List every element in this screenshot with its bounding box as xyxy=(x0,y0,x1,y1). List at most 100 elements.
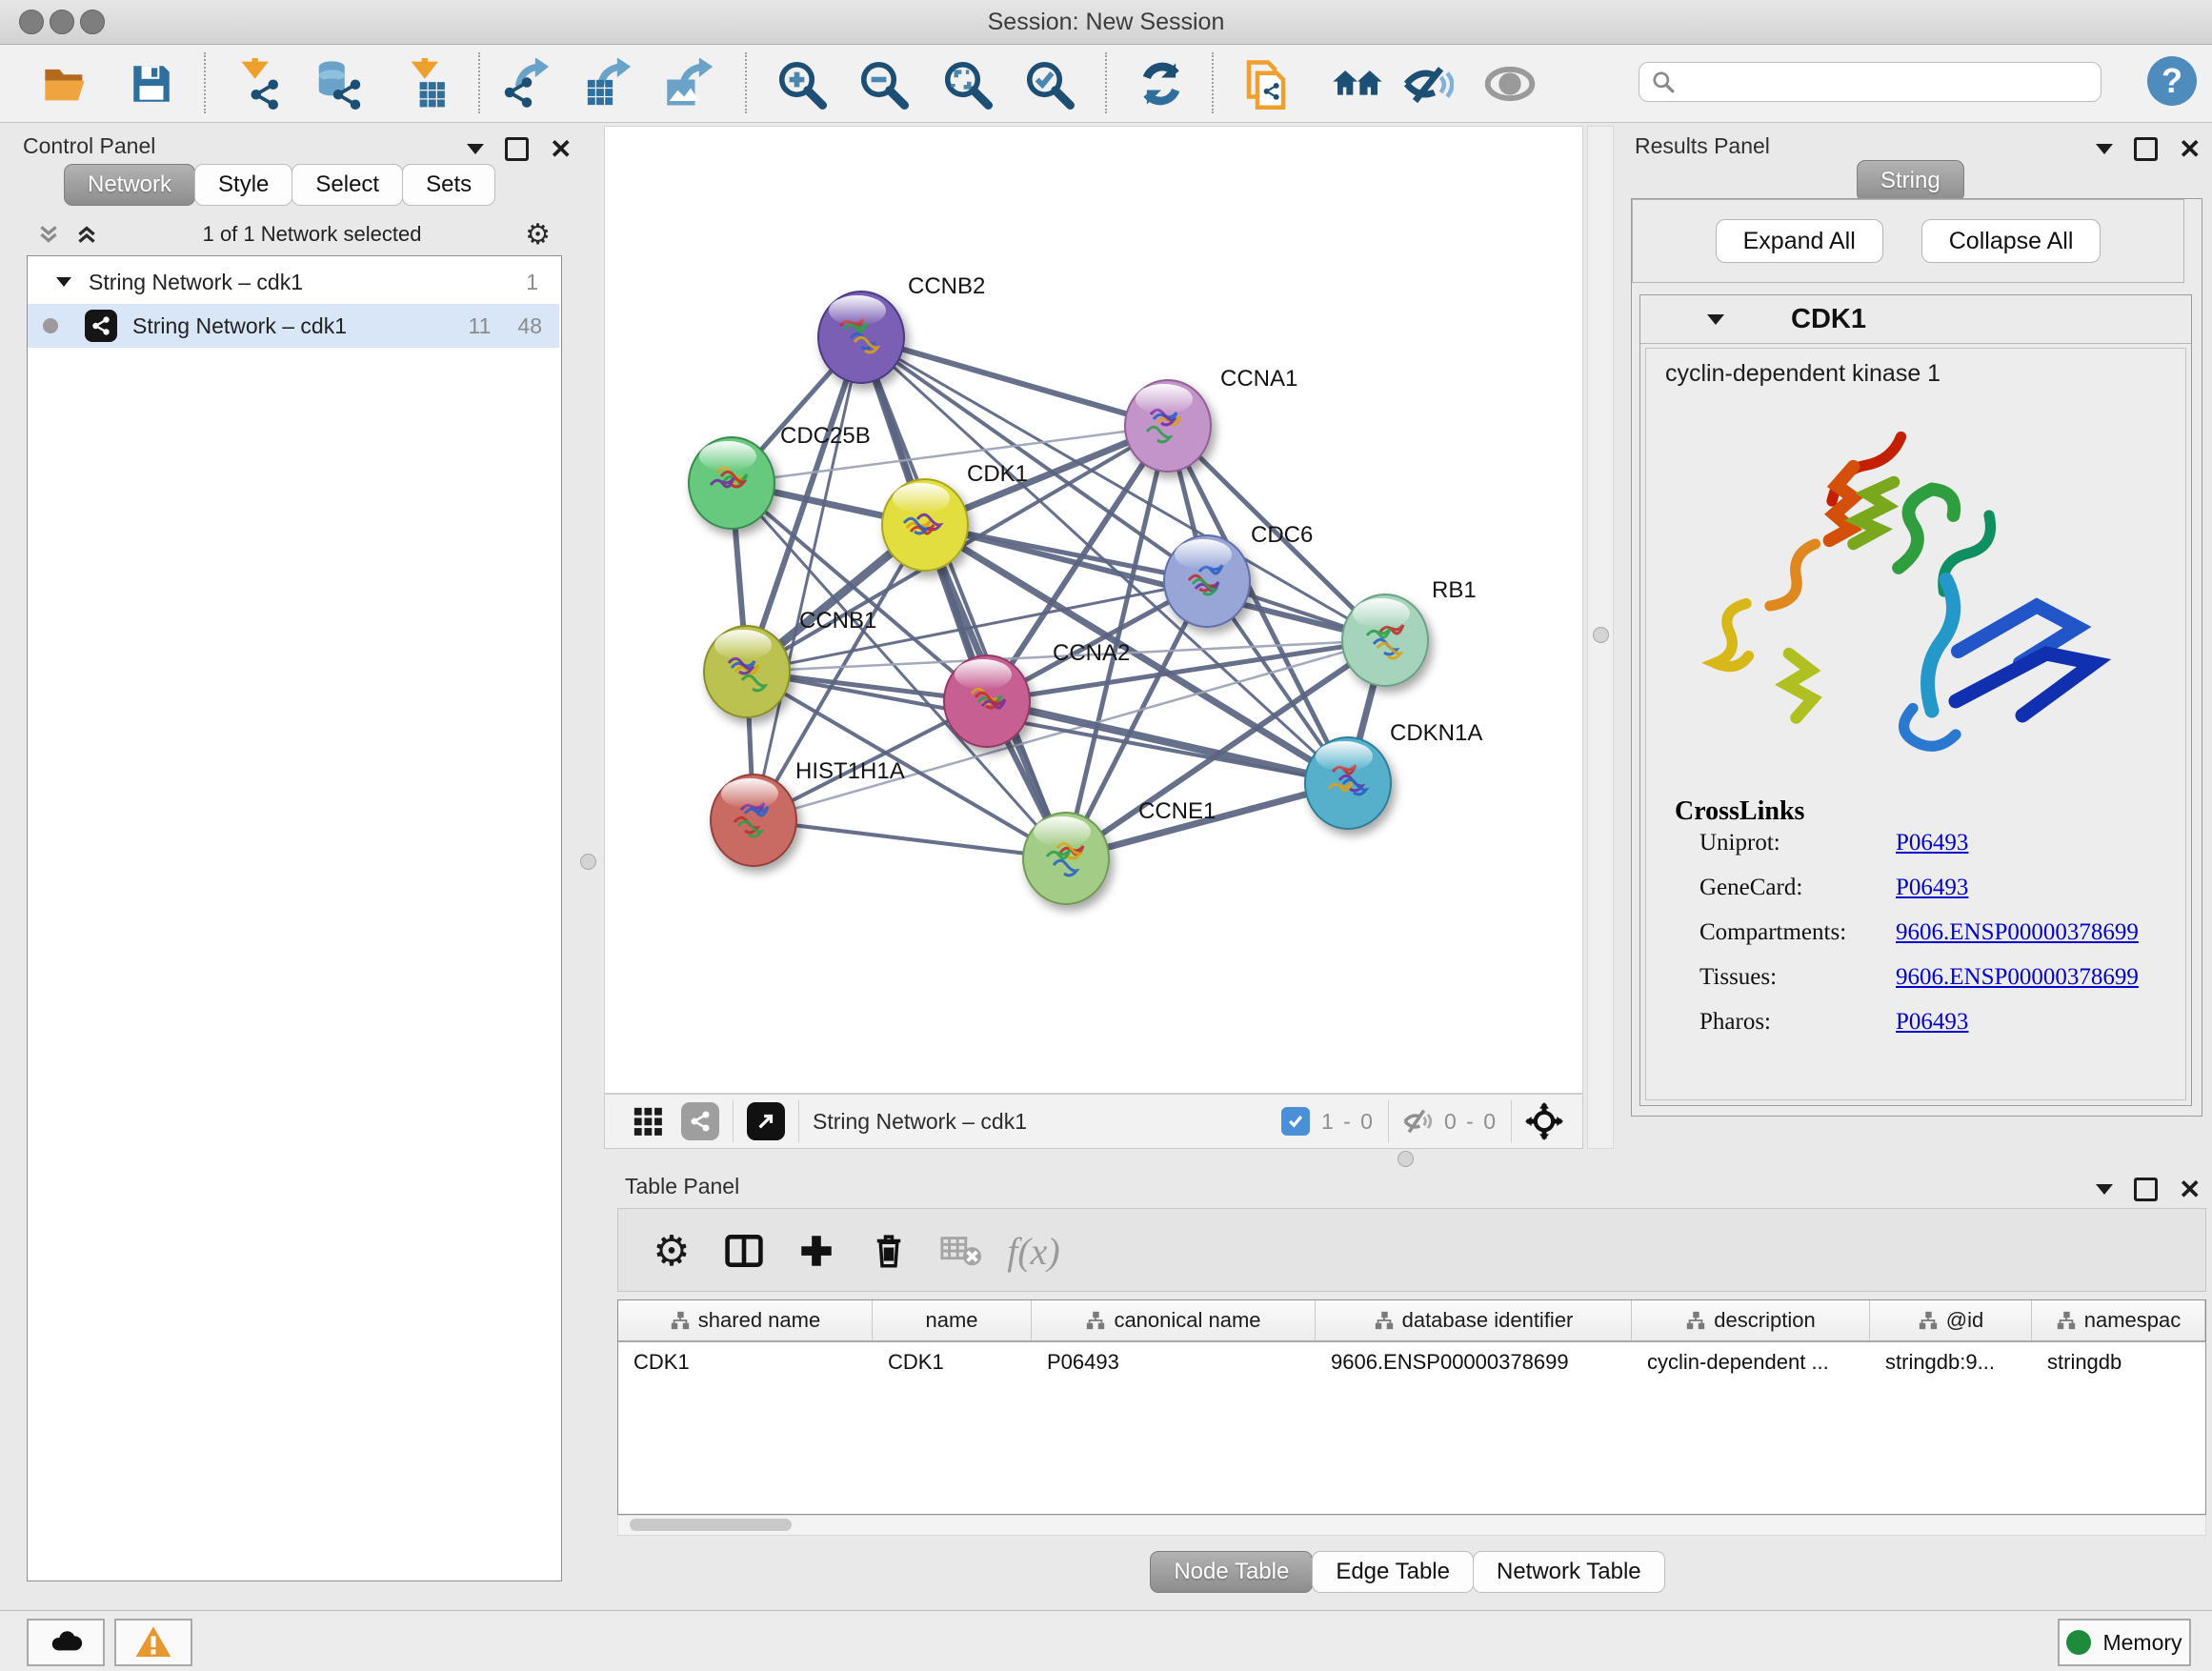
export-network-button[interactable] xyxy=(499,56,554,111)
cell-description[interactable]: cyclin-dependent ... xyxy=(1632,1342,1870,1382)
column-header-database-identifier[interactable]: database identifier xyxy=(1316,1300,1632,1340)
hidden-eye-slash-icon xyxy=(1402,1105,1435,1137)
tab-string[interactable]: String xyxy=(1857,160,1964,202)
network-collection-row[interactable]: String Network – cdk1 1 xyxy=(28,260,559,304)
tab-select[interactable]: Select xyxy=(292,164,403,206)
memory-button[interactable]: Memory xyxy=(2058,1619,2191,1666)
apply-layout-button[interactable] xyxy=(1134,56,1189,111)
node-RB1[interactable]: RB1 xyxy=(1342,577,1477,686)
panel-float-icon[interactable] xyxy=(505,137,529,161)
search-field[interactable] xyxy=(1639,62,2101,102)
crosslink-link[interactable]: P06493 xyxy=(1896,875,1968,918)
right-splitter-handle[interactable] xyxy=(1593,627,1609,643)
cell-shared-name[interactable]: CDK1 xyxy=(618,1342,873,1382)
import-table-file-button[interactable] xyxy=(398,56,453,111)
tab-edge-table[interactable]: Edge Table xyxy=(1312,1551,1474,1593)
column-header-@id[interactable]: @id xyxy=(1870,1300,2032,1340)
first-neighbors-button[interactable] xyxy=(1330,56,1385,111)
grid-view-icon[interactable] xyxy=(632,1105,664,1137)
gear-icon[interactable]: ⚙ xyxy=(525,218,551,252)
network-view-title: String Network – cdk1 xyxy=(813,1109,1027,1135)
column-header-shared-name[interactable]: shared name xyxy=(618,1300,873,1340)
open-in-window-icon[interactable] xyxy=(747,1102,785,1140)
zoom-selected-button[interactable] xyxy=(1021,56,1076,111)
toolbar-separator xyxy=(1212,52,1214,113)
import-network-file-button[interactable] xyxy=(231,56,286,111)
panel-float-icon[interactable] xyxy=(2134,1178,2158,1201)
cell-database-identifier[interactable]: 9606.ENSP00000378699 xyxy=(1316,1342,1632,1382)
cell-name[interactable]: CDK1 xyxy=(873,1342,1032,1382)
node-CCNA1[interactable]: CCNA1 xyxy=(1125,366,1297,472)
panel-menu-icon[interactable] xyxy=(2096,144,2113,154)
hide-selected-button[interactable] xyxy=(1400,56,1456,111)
panel-close-icon[interactable]: ✕ xyxy=(2179,1180,2201,1198)
expander-icon[interactable] xyxy=(56,277,71,287)
crosslink-link[interactable]: 9606.ENSP00000378699 xyxy=(1896,964,2139,1008)
zoom-in-button[interactable] xyxy=(774,56,829,111)
node-CDC6[interactable]: CDC6 xyxy=(1164,522,1313,627)
network-canvas[interactable]: CCNB2CCNA1CDC25BCDK1CDC6RB1CCNB1CCNA2CDK… xyxy=(604,126,1583,1094)
column-header-canonical-name[interactable]: canonical name xyxy=(1032,1300,1316,1340)
table-row[interactable]: CDK1CDK1P064939606.ENSP00000378699cyclin… xyxy=(618,1342,2205,1382)
search-input[interactable] xyxy=(1685,69,2089,95)
add-icon[interactable] xyxy=(790,1224,843,1278)
expander-icon[interactable] xyxy=(1707,314,1724,325)
zoom-out-button[interactable] xyxy=(855,56,911,111)
warning-button[interactable] xyxy=(114,1619,192,1666)
node-CCNE1[interactable]: CCNE1 xyxy=(1023,798,1216,904)
open-session-button[interactable] xyxy=(38,56,93,111)
export-table-button[interactable] xyxy=(581,56,636,111)
column-header-namespac[interactable]: namespac xyxy=(2032,1300,2205,1340)
edge-CCNA2-CDKN1A[interactable] xyxy=(987,701,1348,783)
pan-crosshair-icon[interactable] xyxy=(1525,1102,1563,1140)
collapse-all-button[interactable]: Collapse All xyxy=(1921,219,2101,263)
expand-all-icon[interactable] xyxy=(74,222,99,247)
tab-style[interactable]: Style xyxy=(194,164,292,206)
column-header-description[interactable]: description xyxy=(1632,1300,1870,1340)
crosslink-link[interactable]: P06493 xyxy=(1896,1009,1968,1053)
show-columns-icon[interactable] xyxy=(717,1224,771,1278)
horizontal-splitter-handle[interactable] xyxy=(1398,1151,1414,1167)
import-network-database-button[interactable] xyxy=(311,56,366,111)
panel-float-icon[interactable] xyxy=(2134,137,2158,161)
tab-sets[interactable]: Sets xyxy=(402,164,495,206)
delete-icon[interactable] xyxy=(862,1224,915,1278)
fit-content-button[interactable] xyxy=(939,56,995,111)
duplicate-network-button[interactable] xyxy=(1238,56,1294,111)
node-entry-header[interactable]: CDK1 xyxy=(1640,295,2191,344)
tab-network-table[interactable]: Network Table xyxy=(1473,1551,1665,1593)
export-image-button[interactable] xyxy=(663,56,718,111)
panel-close-icon[interactable]: ✕ xyxy=(550,140,572,158)
node-CDKN1A[interactable]: CDKN1A xyxy=(1305,720,1482,829)
tab-node-table[interactable]: Node Table xyxy=(1150,1551,1313,1593)
cell-namespac[interactable]: stringdb xyxy=(2032,1342,2205,1382)
node-HIST1H1A[interactable]: HIST1H1A xyxy=(711,758,905,866)
crosslink-link[interactable]: P06493 xyxy=(1896,830,1968,874)
left-splitter-handle[interactable] xyxy=(580,854,596,870)
selected-checkbox-icon[interactable] xyxy=(1281,1107,1310,1136)
panel-close-icon[interactable]: ✕ xyxy=(2179,140,2201,158)
expand-all-button[interactable]: Expand All xyxy=(1716,219,1883,263)
panel-menu-icon[interactable] xyxy=(2096,1184,2113,1195)
edge-HIST1H1A-CCNE1[interactable] xyxy=(754,820,1066,858)
scrollbar-thumb[interactable] xyxy=(630,1519,792,1531)
column-header-name[interactable]: name xyxy=(873,1300,1032,1340)
crosslink-link[interactable]: 9606.ENSP00000378699 xyxy=(1896,919,2139,963)
panel-menu-icon[interactable] xyxy=(467,144,484,154)
save-session-button[interactable] xyxy=(124,56,179,111)
collapse-all-icon[interactable] xyxy=(36,222,61,247)
table-hscrollbar[interactable] xyxy=(617,1515,2206,1536)
export-image-icon xyxy=(665,58,716,110)
right-splitter[interactable] xyxy=(1587,126,1614,1149)
cell-@id[interactable]: stringdb:9... xyxy=(1870,1342,2032,1382)
network-row-selected[interactable]: String Network – cdk1 11 48 xyxy=(28,304,559,348)
cloud-button[interactable] xyxy=(27,1619,105,1666)
birds-eye-view-icon[interactable] xyxy=(681,1102,719,1140)
table-settings-gear-icon[interactable]: ⚙ xyxy=(645,1224,698,1278)
edge-CCNB2-CCNA1[interactable] xyxy=(861,337,1168,426)
help-button[interactable]: ? xyxy=(2147,56,2197,106)
show-all-button[interactable] xyxy=(1482,56,1538,111)
cell-canonical-name[interactable]: P06493 xyxy=(1032,1342,1316,1382)
node-CDK1[interactable]: CDK1 xyxy=(882,461,1028,571)
tab-network[interactable]: Network xyxy=(64,164,195,206)
